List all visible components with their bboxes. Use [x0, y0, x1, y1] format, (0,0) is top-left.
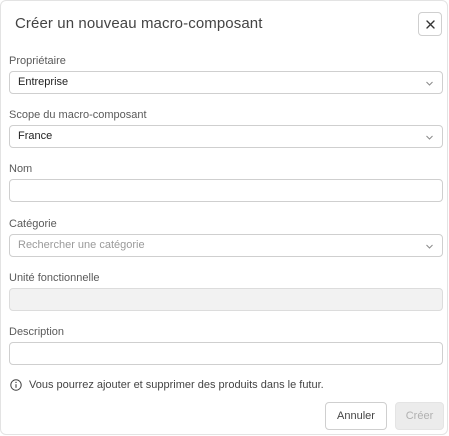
info-text: Vous pourrez ajouter et supprimer des pr…: [29, 379, 324, 391]
description-input[interactable]: [10, 343, 442, 364]
close-icon: [425, 19, 435, 29]
functional-unit-label: Unité fonctionnelle: [9, 272, 100, 284]
cancel-button[interactable]: Annuler: [325, 402, 387, 430]
scope-value: France: [18, 130, 53, 142]
info-icon: [10, 379, 22, 391]
create-macro-component-dialog: Créer un nouveau macro-composant Proprié…: [0, 0, 448, 435]
chevron-down-icon: [426, 81, 433, 86]
owner-value: Entreprise: [18, 76, 69, 88]
owner-select[interactable]: Entreprise: [9, 71, 443, 94]
category-label: Catégorie: [9, 218, 57, 230]
description-label: Description: [9, 326, 65, 338]
close-button[interactable]: [418, 12, 442, 36]
dialog-title: Créer un nouveau macro-composant: [15, 15, 263, 32]
name-field[interactable]: [9, 179, 443, 202]
chevron-down-icon: [426, 244, 433, 249]
create-button[interactable]: Créer: [395, 402, 444, 430]
category-select[interactable]: Rechercher une catégorie: [9, 234, 443, 257]
info-note: Vous pourrez ajouter et supprimer des pr…: [10, 379, 324, 391]
category-placeholder: Rechercher une catégorie: [18, 239, 145, 251]
name-label: Nom: [9, 163, 33, 175]
name-input[interactable]: [10, 180, 442, 201]
functional-unit-field: [9, 288, 443, 311]
scope-select[interactable]: France: [9, 125, 443, 148]
owner-label: Propriétaire: [9, 55, 66, 67]
description-field[interactable]: [9, 342, 443, 365]
chevron-down-icon: [426, 135, 433, 140]
functional-unit-input: [10, 289, 442, 310]
scope-label: Scope du macro-composant: [9, 109, 147, 121]
